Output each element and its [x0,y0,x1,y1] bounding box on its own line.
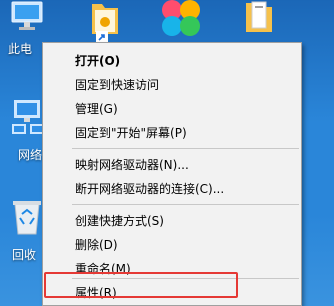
this-pc-label: 此电 [8,42,33,56]
context-menu: 打开(O) 固定到快速访问 管理(G) 固定到"开始"屏幕(P) 映射网络驱动器… [42,42,302,306]
properties-highlight-box [44,272,238,298]
menu-item-disconnect-network-drive[interactable]: 断开网络驱动器的连接(C)... [43,177,301,201]
app-flower-icon[interactable] [158,0,204,36]
menu-item-map-network-drive[interactable]: 映射网络驱动器(N)... [43,153,301,177]
document-folder-icon[interactable] [244,0,274,34]
network-label: 网络 [18,148,43,162]
menu-item-create-shortcut[interactable]: 创建快捷方式(S) [43,209,301,233]
menu-item-open[interactable]: 打开(O) [43,49,301,73]
shortcut-arrow-icon [96,28,108,43]
menu-item-delete[interactable]: 删除(D) [43,233,301,257]
menu-separator [72,204,299,205]
this-pc-icon[interactable] [8,0,48,34]
recycle-bin-label: 回收 [12,248,37,262]
menu-separator [72,148,299,149]
recycle-bin-icon[interactable] [10,196,44,236]
menu-item-pin-quick-access[interactable]: 固定到快速访问 [43,73,301,97]
menu-item-pin-start[interactable]: 固定到"开始"屏幕(P) [43,121,301,145]
menu-item-manage[interactable]: 管理(G) [43,97,301,121]
